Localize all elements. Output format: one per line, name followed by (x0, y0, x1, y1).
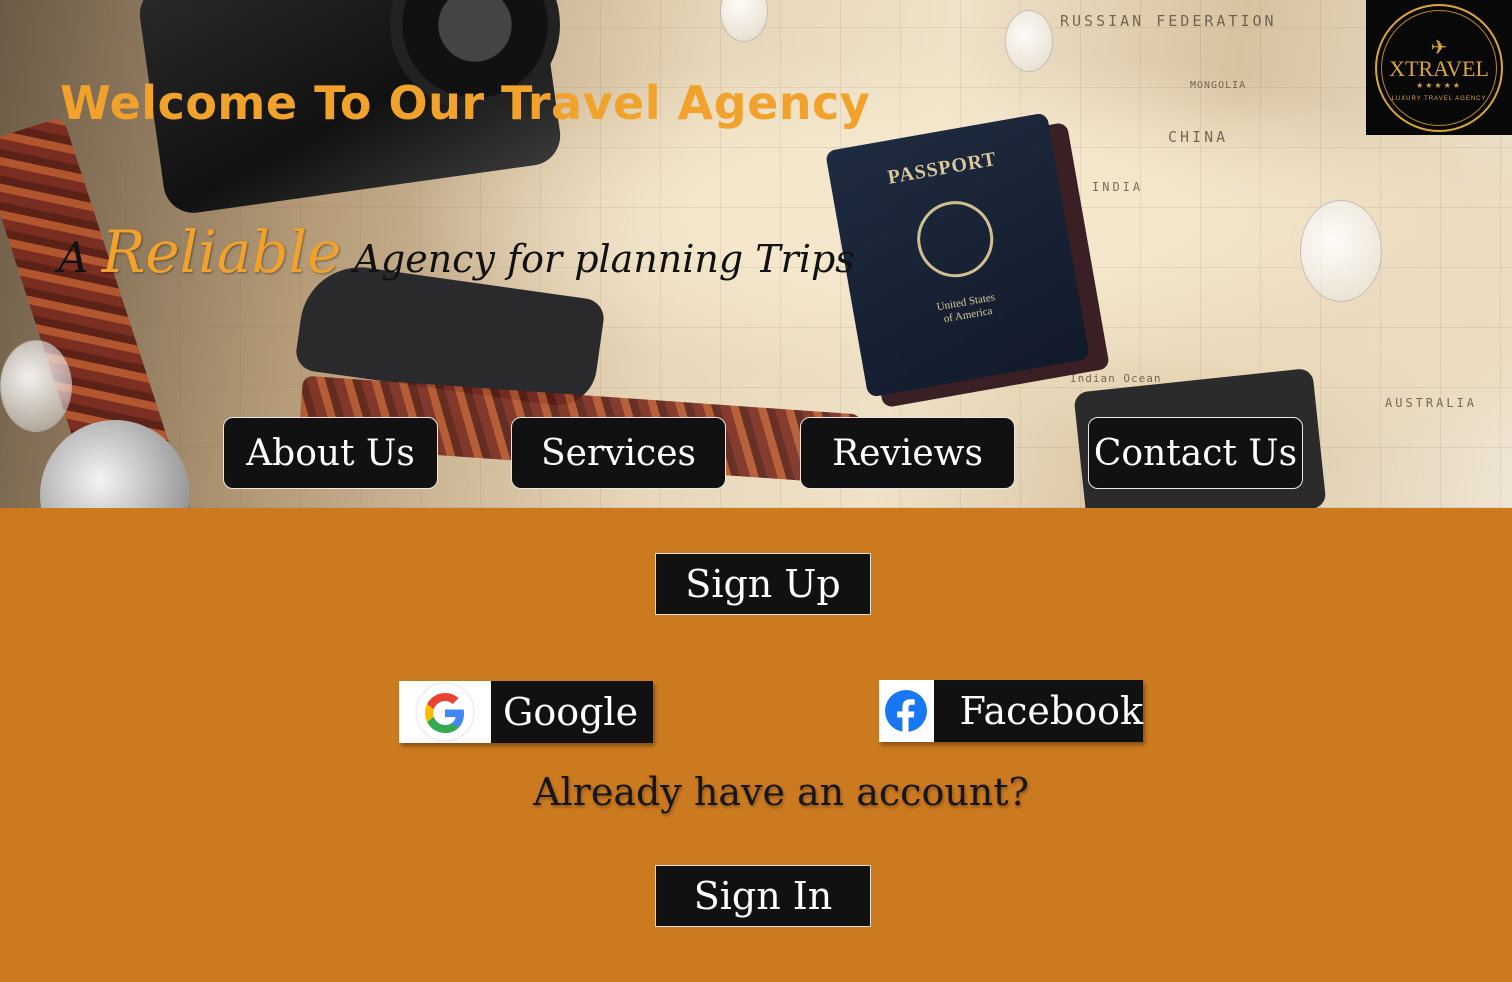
map-label: AUSTRALIA (1385, 396, 1478, 410)
nav-services-button[interactable]: Services (511, 417, 726, 489)
facebook-signin-button[interactable]: Facebook (879, 680, 1143, 742)
tagline-rest: Agency for planning Trips (341, 237, 855, 281)
logo-ring: ✈ XTRAVEL ★★★★★ LUXURY TRAVEL AGENCY (1375, 3, 1503, 132)
glass-globe-image (40, 420, 190, 508)
google-icon-box (399, 681, 491, 743)
map-label: MONGOLIA (1190, 80, 1247, 91)
hero-tagline: A Reliable Agency for planning Trips (58, 218, 855, 286)
light-bulb-image (1300, 200, 1382, 302)
google-label: Google (503, 690, 639, 734)
map-label: RUSSIAN FEDERATION (1060, 12, 1277, 30)
facebook-icon-box (879, 680, 934, 742)
facebook-icon (885, 690, 928, 733)
logo-name: XTRAVEL (1389, 55, 1489, 81)
sign-in-button[interactable]: Sign In (655, 865, 871, 927)
passport-seal-icon (910, 195, 999, 284)
hero-banner: PASSPORT United States of America RUSSIA… (0, 0, 1512, 508)
brand-logo[interactable]: ✈ XTRAVEL ★★★★★ LUXURY TRAVEL AGENCY (1366, 0, 1512, 135)
sign-up-button[interactable]: Sign Up (655, 553, 871, 615)
light-bulb-image (1005, 10, 1053, 72)
already-have-account-text: Already have an account? (533, 770, 1029, 814)
tagline-prefix: A (58, 233, 102, 282)
google-signin-button[interactable]: Google (399, 681, 653, 743)
map-label: Indian Ocean (1070, 372, 1162, 385)
nav-reviews-button[interactable]: Reviews (800, 417, 1015, 489)
logo-stars: ★★★★★ (1416, 80, 1462, 90)
nav-contact-us-button[interactable]: Contact Us (1088, 417, 1303, 489)
facebook-label: Facebook (959, 689, 1143, 733)
google-icon (415, 682, 475, 742)
logo-tagline: LUXURY TRAVEL AGENCY (1391, 95, 1487, 102)
passport-image: PASSPORT United States of America (825, 112, 1090, 398)
map-label: CHINA (1168, 128, 1229, 146)
map-label: INDIA (1092, 180, 1144, 194)
light-bulb-image (0, 340, 72, 432)
passport-title: PASSPORT (886, 147, 999, 189)
light-bulb-image (720, 0, 768, 42)
page-title: Welcome To Our Travel Agency (60, 76, 871, 130)
tagline-highlight: Reliable (101, 218, 342, 286)
airplane-icon: ✈ (1430, 34, 1448, 59)
nav-about-us-button[interactable]: About Us (223, 417, 438, 489)
